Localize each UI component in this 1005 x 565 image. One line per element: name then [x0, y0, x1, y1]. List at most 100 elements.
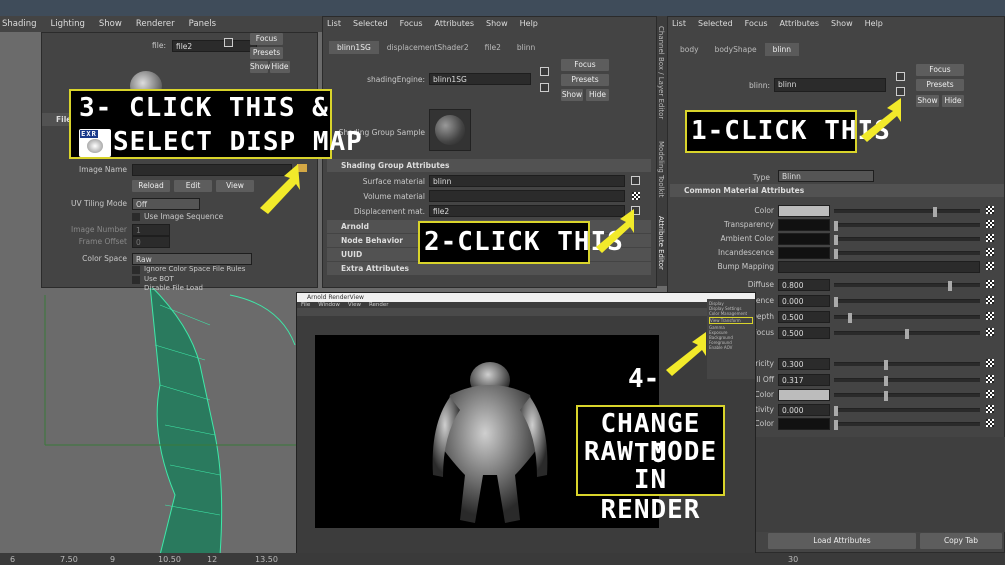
section-sg-attributes[interactable]: Shading Group Attributes — [327, 159, 651, 172]
attr-6-slider[interactable] — [834, 297, 980, 307]
shading-engine-field[interactable]: blinn1SG — [429, 73, 531, 85]
attr-8-value[interactable]: 0.500 — [778, 327, 830, 339]
file-name-field[interactable]: file2 — [172, 40, 257, 52]
menu-renderer[interactable]: Renderer — [136, 19, 175, 29]
ignore-cs-checkbox[interactable] — [132, 266, 140, 274]
load-attributes-button[interactable]: Load Attributes — [768, 533, 916, 549]
attr2-4-map-button[interactable] — [986, 419, 994, 427]
attr-0-slider-knob[interactable] — [933, 207, 938, 217]
edit-button[interactable]: Edit — [174, 180, 212, 192]
attr2-4-value[interactable] — [778, 418, 830, 430]
sg-menu-focus[interactable]: Focus — [400, 19, 423, 28]
sg-menu-attributes[interactable]: Attributes — [435, 19, 475, 28]
menu-lighting[interactable]: Lighting — [51, 19, 85, 29]
attr2-1-slider[interactable] — [834, 376, 980, 386]
sg-show-button[interactable]: Show — [561, 89, 583, 101]
blinn-name-field[interactable]: blinn — [774, 78, 886, 92]
attr2-3-slider[interactable] — [834, 406, 980, 416]
tab-body[interactable]: body — [672, 43, 707, 56]
type-dropdown[interactable]: Blinn — [778, 170, 874, 182]
use-image-sequence-checkbox[interactable] — [132, 213, 140, 221]
attr2-3-map-button[interactable] — [986, 405, 994, 413]
side-tab-modeling-toolkit[interactable]: Modeling Toolkit — [657, 141, 665, 197]
attr-8-map-button[interactable] — [986, 328, 994, 336]
blinn-input-icon[interactable] — [896, 87, 905, 96]
menu-show[interactable]: Show — [99, 19, 122, 29]
reload-button[interactable]: Reload — [132, 180, 170, 192]
attr2-2-map-button[interactable] — [986, 390, 994, 398]
attr-0-value[interactable] — [778, 205, 830, 217]
focus-output-icon[interactable] — [224, 38, 233, 47]
attr-2-slider-knob[interactable] — [834, 235, 838, 245]
sg-menu-list[interactable]: List — [327, 19, 341, 28]
attr-3-slider[interactable] — [834, 249, 980, 259]
sg-input-icon[interactable] — [540, 83, 549, 92]
attr-6-value[interactable]: 0.000 — [778, 295, 830, 307]
blinn-presets-button[interactable]: Presets — [916, 79, 964, 91]
attr-3-map-button[interactable] — [986, 248, 994, 256]
side-tab-channel-box[interactable]: Channel Box / Layer Editor — [657, 26, 665, 119]
attr-2-slider[interactable] — [834, 235, 980, 245]
copy-tab-button[interactable]: Copy Tab — [920, 533, 1002, 549]
attr-2-map-button[interactable] — [986, 234, 994, 242]
blinn-show-button[interactable]: Show — [916, 95, 939, 107]
blinn-menu-help[interactable]: Help — [865, 19, 883, 28]
volume-material-map-button[interactable] — [632, 192, 640, 200]
blinn-hide-button[interactable]: Hide — [942, 95, 964, 107]
attr-5-slider[interactable] — [834, 281, 980, 291]
attr2-0-value[interactable]: 0.300 — [778, 358, 830, 370]
side-tab-attribute-editor[interactable]: Attribute Editor — [657, 216, 665, 270]
sg-output-icon[interactable] — [540, 67, 549, 76]
attr-6-slider-knob[interactable] — [834, 297, 838, 307]
sg-focus-button[interactable]: Focus — [561, 59, 609, 71]
focus-button[interactable]: Focus — [250, 33, 283, 45]
tab-blinn1sg[interactable]: blinn1SG — [329, 41, 379, 54]
attr-0-slider[interactable] — [834, 207, 980, 217]
attr2-0-slider-knob[interactable] — [883, 360, 888, 370]
color-space-dropdown[interactable]: Raw — [132, 253, 252, 265]
attr2-1-map-button[interactable] — [986, 375, 994, 383]
blinn-menu-show[interactable]: Show — [831, 19, 853, 28]
attr2-4-slider-knob[interactable] — [834, 420, 838, 430]
uv-tiling-dropdown[interactable]: Off — [132, 198, 200, 210]
surface-material-field[interactable]: blinn — [429, 175, 625, 187]
attr2-4-slider[interactable] — [834, 420, 980, 430]
show-button[interactable]: Show — [250, 61, 270, 73]
frame-offset-field[interactable]: 0 — [132, 236, 170, 248]
attr-3-value[interactable] — [778, 247, 830, 259]
tab-displacementshader2[interactable]: displacementShader2 — [379, 41, 477, 54]
view-button[interactable]: View — [216, 180, 254, 192]
blinn-menu-attributes[interactable]: Attributes — [780, 19, 820, 28]
attr2-1-value[interactable]: 0.317 — [778, 374, 830, 386]
attr-1-value[interactable] — [778, 219, 830, 231]
blinn-menu-selected[interactable]: Selected — [698, 19, 733, 28]
attr2-0-slider[interactable] — [834, 360, 980, 370]
sg-presets-button[interactable]: Presets — [561, 74, 609, 86]
attr2-0-map-button[interactable] — [986, 359, 994, 367]
blinn-output-icon[interactable] — [896, 72, 905, 81]
image-number-field[interactable]: 1 — [132, 224, 170, 236]
attr-2-value[interactable] — [778, 233, 830, 245]
rv-side-color-management[interactable]: Color Management — [709, 311, 753, 316]
sg-hide-button[interactable]: Hide — [586, 89, 609, 101]
rv-side-enable-aov[interactable]: Enable AOV — [709, 345, 753, 350]
timeline[interactable]: 6 7.50 9 10.50 12 13.50 30 — [0, 553, 1005, 565]
attr-4-map-button[interactable] — [986, 262, 994, 270]
sg-menu-show[interactable]: Show — [486, 19, 508, 28]
menu-panels[interactable]: Panels — [189, 19, 216, 29]
tab-bodyshape[interactable]: bodyShape — [707, 43, 765, 56]
attr-1-slider[interactable] — [834, 221, 980, 231]
attr2-1-slider-knob[interactable] — [883, 376, 888, 386]
sg-menu-selected[interactable]: Selected — [353, 19, 388, 28]
hide-button[interactable]: Hide — [270, 61, 290, 73]
attr-7-value[interactable]: 0.500 — [778, 311, 830, 323]
blinn-menu-focus[interactable]: Focus — [745, 19, 768, 28]
attr2-2-value[interactable] — [778, 389, 830, 401]
attr-0-map-button[interactable] — [986, 206, 994, 214]
presets-button[interactable]: Presets — [250, 47, 283, 59]
attr-5-map-button[interactable] — [986, 280, 994, 288]
attr2-3-slider-knob[interactable] — [834, 406, 838, 416]
attr-7-map-button[interactable] — [986, 312, 994, 320]
attr-6-map-button[interactable] — [986, 296, 994, 304]
attr-5-value[interactable]: 0.800 — [778, 279, 830, 291]
